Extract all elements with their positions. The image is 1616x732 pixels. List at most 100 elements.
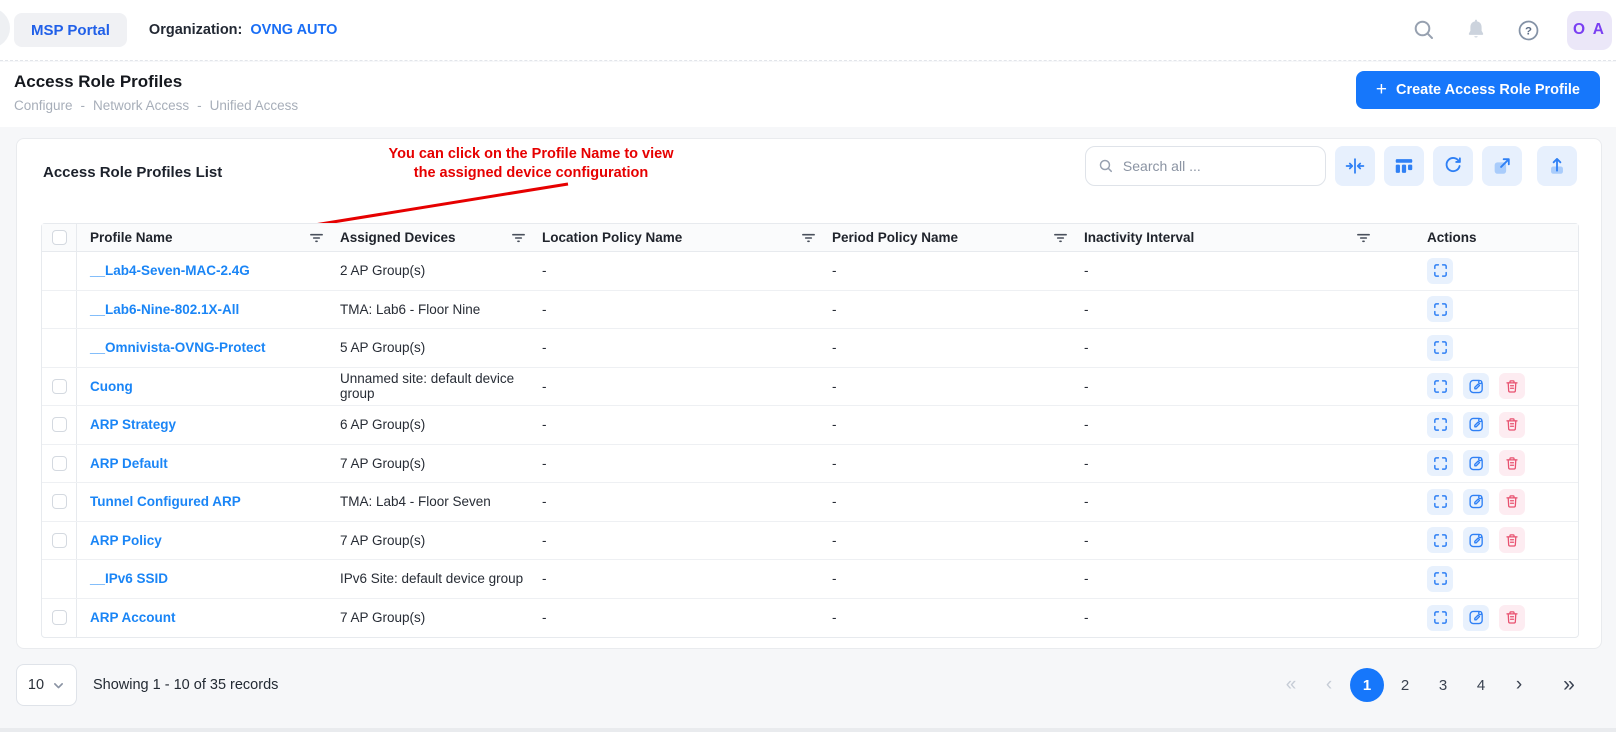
period-policy-cell-value: - [832,417,837,432]
profile-name-link[interactable]: __Omnivista-OVNG-Protect [90,340,266,355]
profile-name-link[interactable]: __Lab4-Seven-MAC-2.4G [90,263,250,278]
profile-name-cell: __Lab6-Nine-802.1X-All [77,302,340,317]
filter-icon[interactable] [509,229,528,247]
breadcrumb-item[interactable]: Unified Access [210,98,299,113]
profile-name-link[interactable]: Cuong [90,379,133,394]
organization-value-link[interactable]: OVNG AUTO [250,22,337,38]
profile-name-link[interactable]: __IPv6 SSID [90,571,168,586]
column-label: Profile Name [90,230,173,245]
expand-row-button[interactable] [1427,335,1453,361]
open-external-button[interactable] [1482,146,1522,186]
expand-row-button[interactable] [1427,258,1453,284]
create-access-role-profile-button[interactable]: + Create Access Role Profile [1356,71,1600,109]
profile-name-link[interactable]: Tunnel Configured ARP [90,494,241,509]
location-policy-cell-value: - [542,456,547,471]
profile-name-link[interactable]: ARP Strategy [90,417,176,432]
filter-icon[interactable] [1354,229,1373,247]
period-policy-cell-value: - [832,340,837,355]
delete-row-button[interactable] [1499,489,1525,515]
table-row: __Omnivista-OVNG-Protect5 AP Group(s)--- [42,329,1578,368]
row-checkbox-cell [42,599,77,638]
location-policy-cell: - [542,340,832,355]
expand-row-button[interactable] [1427,373,1453,399]
expand-icon [1432,339,1449,356]
expand-row-button[interactable] [1427,296,1453,322]
pagination-last-button[interactable]: » [1552,668,1586,702]
breadcrumb-item[interactable]: Network Access [93,98,189,113]
assigned-devices-cell: 7 AP Group(s) [340,610,542,625]
edit-row-button[interactable] [1463,527,1489,553]
column-label: Inactivity Interval [1084,230,1194,245]
pagination-first-button[interactable]: « [1274,668,1308,702]
row-checkbox[interactable] [52,417,67,432]
filter-icon[interactable] [1051,229,1070,247]
edit-row-button[interactable] [1463,373,1489,399]
delete-row-button[interactable] [1499,605,1525,631]
period-policy-cell: - [832,263,1084,278]
breadcrumb-item[interactable]: Configure [14,98,73,113]
delete-row-button[interactable] [1499,412,1525,438]
edit-row-button[interactable] [1463,412,1489,438]
row-checkbox[interactable] [52,379,67,394]
filter-icon[interactable] [799,229,818,247]
delete-row-button[interactable] [1499,527,1525,553]
profile-name-link[interactable]: ARP Account [90,610,176,625]
bottom-edge-strip [0,728,1616,732]
pagination-prev-button[interactable]: ‹ [1312,668,1346,702]
help-icon[interactable]: ? [1515,17,1541,43]
table-row: CuongUnnamed site: default device group-… [42,368,1578,407]
assigned-devices-cell: IPv6 Site: default device group [340,571,542,586]
expand-row-button[interactable] [1427,566,1453,592]
inactivity-interval-cell-value: - [1084,417,1089,432]
pagination-page-3[interactable]: 3 [1426,668,1460,702]
profile-name-link[interactable]: __Lab6-Nine-802.1X-All [90,302,239,317]
delete-row-button[interactable] [1499,373,1525,399]
assigned-devices-cell: 7 AP Group(s) [340,533,542,548]
collapse-columns-button[interactable] [1335,146,1375,186]
assigned-devices-cell-value: Unnamed site: default device group [340,371,528,401]
period-policy-cell: - [832,610,1084,625]
edit-row-button[interactable] [1463,605,1489,631]
edit-row-button[interactable] [1463,450,1489,476]
edit-row-button[interactable] [1463,489,1489,515]
search-icon[interactable] [1411,17,1437,43]
pagination-page-4[interactable]: 4 [1464,668,1498,702]
profile-name-link[interactable]: ARP Policy [90,533,162,548]
row-checkbox[interactable] [52,610,67,625]
row-checkbox[interactable] [52,456,67,471]
page-size-select[interactable]: 10 [16,664,77,706]
profile-name-link[interactable]: ARP Default [90,456,168,471]
export-button[interactable] [1537,146,1577,186]
expand-row-button[interactable] [1427,489,1453,515]
open-external-icon [1491,155,1513,177]
period-policy-cell: - [832,456,1084,471]
table-row: __Lab6-Nine-802.1X-AllTMA: Lab6 - Floor … [42,291,1578,330]
expand-row-button[interactable] [1427,605,1453,631]
expand-row-button[interactable] [1427,527,1453,553]
svg-text:?: ? [1525,25,1532,37]
delete-row-button[interactable] [1499,450,1525,476]
column-header-assigned-devices: Assigned Devices [340,229,542,247]
table-body: __Lab4-Seven-MAC-2.4G2 AP Group(s)---__L… [42,252,1578,637]
pagination-page-2[interactable]: 2 [1388,668,1422,702]
profile-name-cell: ARP Policy [77,533,340,548]
pagination-next-button[interactable]: › [1502,668,1536,702]
search-input[interactable] [1123,158,1313,174]
filter-icon[interactable] [307,229,326,247]
location-policy-cell-value: - [542,571,547,586]
expand-row-button[interactable] [1427,412,1453,438]
pagination-page-1-current[interactable]: 1 [1350,668,1384,702]
user-avatar[interactable]: O A [1567,11,1612,50]
profiles-card: Access Role Profiles List [16,138,1602,649]
row-checkbox[interactable] [52,494,67,509]
select-all-checkbox[interactable] [52,230,67,245]
refresh-button[interactable] [1433,146,1473,186]
msp-portal-button[interactable]: MSP Portal [14,13,127,47]
columns-button[interactable] [1384,146,1424,186]
location-policy-cell-value: - [542,340,547,355]
collapse-columns-icon [1344,155,1366,177]
pagination: « ‹ 1234 › » [1274,668,1586,702]
expand-row-button[interactable] [1427,450,1453,476]
row-checkbox[interactable] [52,533,67,548]
notifications-bell-icon[interactable] [1463,17,1489,43]
